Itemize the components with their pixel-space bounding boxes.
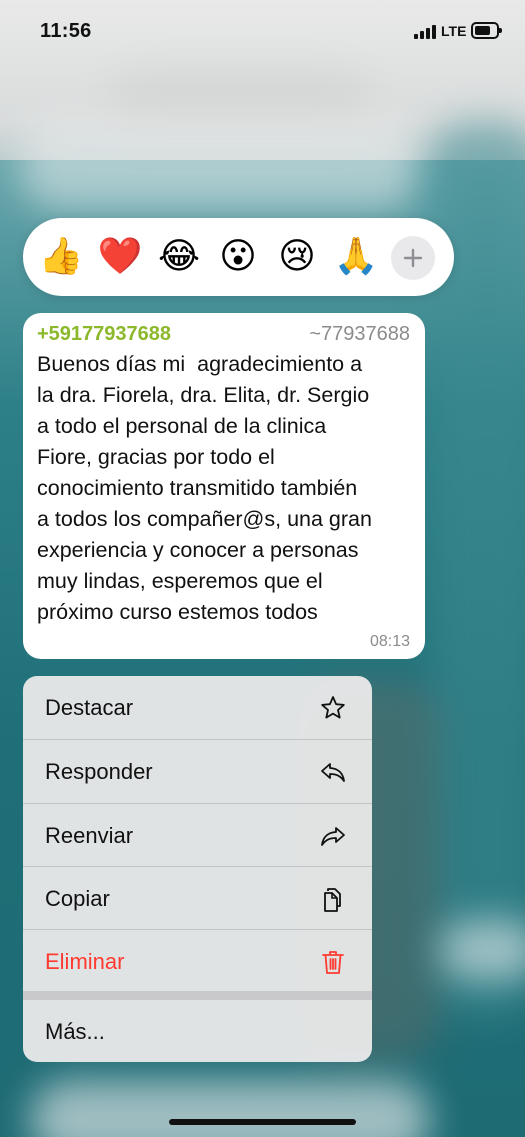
reaction-surprised[interactable]: 😮 [215,234,261,280]
reaction-laughing[interactable]: 😂 [156,234,202,280]
menu-item-label: Destacar [45,695,134,720]
message-time: 08:13 [369,633,410,650]
forward-icon [321,827,345,846]
message-bubble[interactable]: +59177937688 ~77937688 Buenos días mi ag… [23,313,425,659]
menu-item-copy[interactable]: Copiar [23,867,372,930]
menu-item-forward[interactable]: Reenviar [23,804,372,867]
menu-item-reply[interactable]: Responder [23,740,372,803]
menu-item-label: Copiar [45,886,110,911]
home-indicator[interactable] [169,1119,356,1125]
battery-icon [471,22,502,39]
menu-item-label: Más... [45,1019,105,1044]
menu-item-label: Responder [45,759,153,784]
menu-item-label: Reenviar [45,823,134,848]
plus-icon [403,248,423,268]
more-reactions-button[interactable] [391,236,435,280]
reaction-thumbs-up[interactable]: 👍 [38,234,84,280]
star-icon [321,696,345,719]
status-time: 11:56 [40,20,92,42]
trash-icon [322,951,344,974]
reaction-bar: 👍 ❤️ 😂 😮 😢 🙏 [23,218,454,296]
copy-icon [324,888,341,912]
message-text: Buenos días mi agradecimiento a la dra. … [37,352,372,624]
menu-item-label: Eliminar [45,949,125,974]
sender-alias: ~77937688 [309,323,410,345]
menu-item-star[interactable]: Destacar [23,676,372,739]
cellular-signal-icon [414,25,438,39]
sender-phone[interactable]: +59177937688 [37,323,171,346]
status-bar: 11:56 LTE [0,0,525,62]
menu-item-more[interactable]: Más... [23,1000,372,1062]
network-type: LTE [441,23,467,39]
reaction-heart[interactable]: ❤️ [97,234,143,280]
reaction-crying[interactable]: 😢 [274,234,320,280]
menu-item-delete[interactable]: Eliminar [23,930,372,993]
reply-icon [321,763,345,782]
reaction-praying-hands[interactable]: 🙏 [333,234,379,280]
menu-section-divider [23,991,372,1000]
message-context-menu: Destacar Responder Reenviar Copiar Elimi… [23,676,372,1062]
